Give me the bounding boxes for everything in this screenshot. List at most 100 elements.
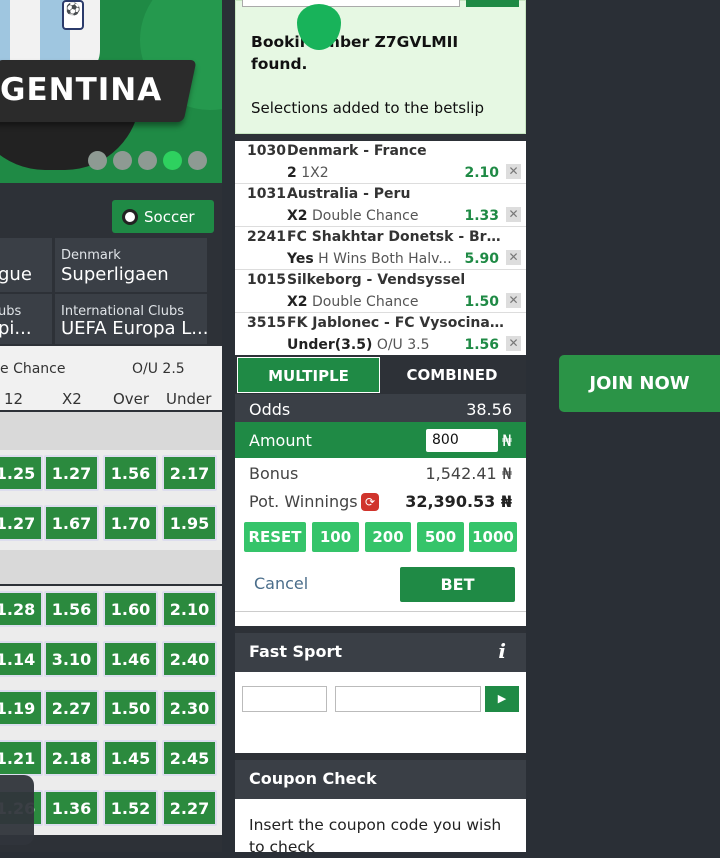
odds-button[interactable]: 1.67 [44,505,99,541]
date-band [0,546,222,584]
stake-200-button[interactable]: 200 [365,522,411,552]
amount-label: Amount [249,431,312,450]
league-tile[interactable]: Denmark Superligaen [55,238,207,292]
odds-button[interactable]: 1.70 [103,505,158,541]
odds-button[interactable]: 1.25 [0,455,43,491]
carousel-dot[interactable] [113,151,132,170]
selection-outcome: X2 [287,208,308,224]
odds-button[interactable]: 1.60 [103,591,158,627]
banner-text: GENTINA [0,72,163,108]
info-icon[interactable]: i [498,639,506,663]
odds-button[interactable]: 1.46 [103,641,158,677]
odds-button[interactable]: 2.17 [162,455,217,491]
odds-button[interactable]: 1.56 [44,591,99,627]
selection-odds: 1.50 [464,294,499,310]
odds-button[interactable]: 1.28 [0,591,43,627]
odds-button[interactable]: 2.40 [162,641,217,677]
selection-code: 1030 [247,143,286,159]
cancel-link[interactable]: Cancel [254,574,308,593]
odds-button[interactable]: 2.30 [162,690,217,726]
odds-button[interactable]: 1.27 [44,455,99,491]
odds-button[interactable]: 1.21 [0,740,43,776]
odds-button[interactable]: 2.27 [162,790,217,826]
league-tile[interactable]: ubs pi... [0,294,52,344]
soccer-label: Soccer [144,207,195,226]
selection-code: 3515 [247,315,286,331]
league-tile[interactable]: International Clubs UEFA Europa L... [55,294,207,344]
odds-button[interactable]: 1.14 [0,641,43,677]
remove-selection-icon[interactable]: ✕ [506,164,521,179]
odds-button[interactable]: 3.10 [44,641,99,677]
selection-code: 1015 [247,272,286,288]
selection-match: FC Shakhtar Donetsk - Bron... [287,229,505,245]
left-panel: ⚽ GENTINA Soccer gue Denmark Superligaen… [0,0,222,852]
selection-row: 3515 FK Jablonec - FC Vysocina Ji... Und… [235,313,526,356]
selection-row: 1015 Silkeborg - Vendsyssel X2 Double Ch… [235,270,526,313]
remove-selection-icon[interactable]: ✕ [506,336,521,351]
stake-500-button[interactable]: 500 [417,522,464,552]
play-arrow-icon[interactable]: ▶ [485,686,519,712]
carousel-dot[interactable] [188,151,207,170]
carousel-dot[interactable] [88,151,107,170]
odds-button[interactable]: 1.45 [103,740,158,776]
tab-combined[interactable]: COMBINED [380,357,524,393]
odds-button[interactable]: 2.18 [44,740,99,776]
selection-odds: 2.10 [464,165,499,181]
remove-selection-icon[interactable]: ✕ [506,207,521,222]
betslip-actions: Cancel BET [235,560,526,612]
odds-button[interactable]: 1.95 [162,505,217,541]
stake-1000-button[interactable]: 1000 [469,522,517,552]
league-name: Superligaen [61,264,169,285]
fast-sport-odds-input[interactable] [335,686,481,712]
bet-type-tabs: MULTIPLE COMBINED [235,355,526,393]
coupon-check-title: Coupon Check [249,769,377,788]
join-now-button[interactable]: JOIN NOW [559,355,720,412]
odds-button[interactable]: 2.10 [162,591,217,627]
carousel-dot-active[interactable] [163,151,182,170]
soccer-button[interactable]: Soccer [112,200,214,233]
booking-notice: Bookir umber Z7GVLMII found. Selections … [235,0,526,134]
odds-button[interactable]: 1.50 [103,690,158,726]
odds-button[interactable]: 1.56 [103,455,158,491]
league-name: UEFA Europa L... [61,318,207,339]
odds-button[interactable]: 2.45 [162,740,217,776]
selection-row: 1031 Australia - Peru X2 Double Chance 1… [235,184,526,227]
selection-market: Double Chance [312,294,419,310]
league-tile[interactable]: gue [0,238,52,292]
amount-input[interactable]: 800 [426,429,498,452]
remove-selection-icon[interactable]: ✕ [506,293,521,308]
carousel-dot[interactable] [138,151,157,170]
reset-button[interactable]: RESET [244,522,306,552]
remove-selection-icon[interactable]: ✕ [506,250,521,265]
selection-match: Silkeborg - Vendsyssel [287,272,466,288]
drawer-handle[interactable] [0,775,34,845]
selection-code: 2241 [247,229,286,245]
coupon-check-header: Coupon Check [235,760,526,799]
promo-banner[interactable]: ⚽ GENTINA [0,0,222,183]
odds-button[interactable]: 2.27 [44,690,99,726]
odds-button[interactable]: 1.36 [44,790,99,826]
column-label: Under [166,390,212,408]
league-country: Denmark [61,248,121,263]
odds-button[interactable]: 1.27 [0,505,43,541]
soccer-ball-icon [122,208,138,225]
betslip-footer [235,612,526,626]
booking-load-button[interactable] [466,0,519,7]
selection-outcome: X2 [287,294,308,310]
date-band [0,412,222,450]
team-badge-icon: ⚽ [62,0,84,30]
selection-outcome: Yes [287,251,314,267]
league-country: International Clubs [61,304,185,319]
betslip-selections: 1030 Denmark - France 2 1X2 2.10 ✕ 1031 … [235,141,526,355]
tab-multiple[interactable]: MULTIPLE [237,357,380,393]
coupon-check-panel: Coupon Check Insert the coupon code you … [235,760,526,856]
fast-sport-header: Fast Sport i [235,633,526,672]
odds-button[interactable]: 1.19 [0,690,43,726]
fast-sport-code-input[interactable] [242,686,327,712]
odds-button[interactable]: 1.52 [103,790,158,826]
booking-code-input[interactable] [242,0,460,7]
selection-outcome: Under(3.5) [287,337,373,353]
stake-100-button[interactable]: 100 [312,522,359,552]
bet-button[interactable]: BET [400,567,515,602]
refresh-icon[interactable]: ⟳ [361,493,379,511]
